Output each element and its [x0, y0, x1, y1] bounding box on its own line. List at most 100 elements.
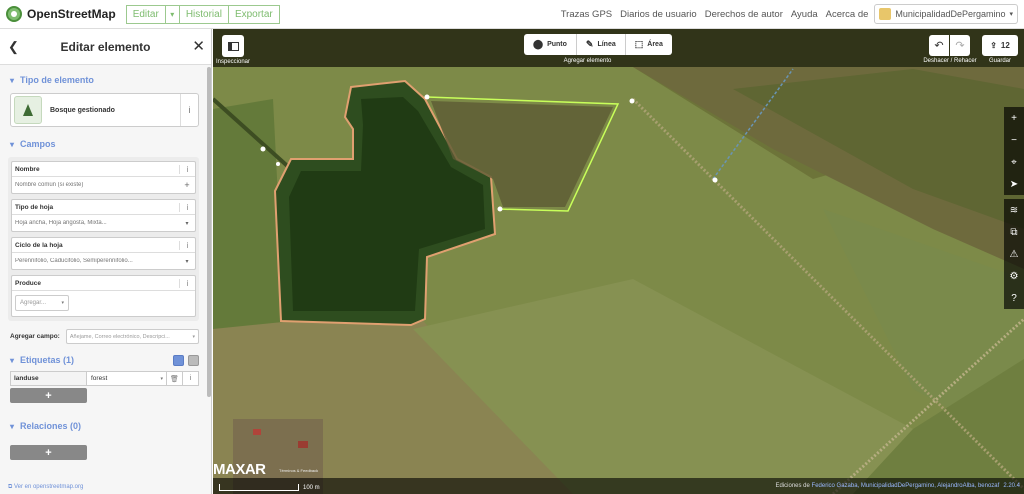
nav-user-diaries[interactable]: Diarios de usuario	[620, 9, 697, 20]
produce-combo[interactable]: Agregar... ▾	[15, 295, 69, 311]
field-leaf-cycle: Ciclo de la hoja i ▾	[11, 237, 196, 270]
undo-button[interactable]: ↶	[929, 35, 949, 56]
tag-key-input[interactable]: landuse	[11, 372, 87, 385]
chevron-down-icon[interactable]: ▾	[179, 258, 195, 265]
map-canvas[interactable]: Inspeccionar ⬤ Punto ✎ Línea ⬚ Área Agregar…	[213, 29, 1024, 494]
avatar	[879, 8, 892, 20]
edits-names[interactable]: Federico Gazaba, MunicipalidadDePergamin…	[812, 483, 1000, 489]
sidebar-header: ❮ Editar elemento ✕	[0, 29, 211, 65]
edit-button[interactable]: Editar	[125, 4, 166, 24]
info-icon[interactable]: i	[179, 164, 195, 174]
mode-label: Punto	[547, 41, 567, 48]
add-element-label: Agregar elemento	[563, 58, 612, 64]
save-button[interactable]: ⇪ 12	[982, 35, 1018, 56]
chevron-down-icon[interactable]: ▾	[179, 220, 195, 227]
info-icon[interactable]: i	[180, 94, 198, 126]
add-tag-button[interactable]: +	[10, 388, 87, 403]
chevron-down-icon: ▾	[192, 333, 195, 340]
history-button[interactable]: Historial	[179, 4, 229, 24]
zoom-out-icon[interactable]: −	[1004, 129, 1024, 151]
app-name: OpenStreetMap	[27, 7, 116, 21]
list-view-icon[interactable]	[173, 354, 184, 366]
leaf-type-combo[interactable]	[15, 220, 179, 226]
save-label: Guardar	[988, 58, 1011, 64]
logo[interactable]: OpenStreetMap	[6, 6, 116, 22]
type-section-toggle[interactable]: ▾ Tipo de elemento	[10, 71, 211, 89]
preferences-icon[interactable]: ⚙	[1004, 265, 1024, 287]
info-icon[interactable]: i	[179, 278, 195, 288]
fields-section-toggle[interactable]: ▾ Campos	[10, 135, 211, 153]
tag-value-input[interactable]: forest ▾	[87, 372, 166, 385]
field-label: Nombre	[15, 165, 40, 173]
map-data-icon[interactable]: ⧉	[1004, 221, 1024, 243]
info-icon[interactable]: i	[179, 240, 195, 250]
tags-section-toggle[interactable]: ▾ Etiquetas (1)	[10, 351, 74, 369]
nav-help[interactable]: Ayuda	[791, 9, 818, 20]
back-icon[interactable]: ❮	[8, 39, 19, 55]
trash-icon[interactable]: 🗑	[166, 372, 182, 385]
chevron-down-icon: ▾	[10, 139, 15, 149]
warning-icon[interactable]: ⚠	[1004, 243, 1024, 265]
undo-icon: ↶	[934, 40, 944, 52]
inspect-panel-button[interactable]	[222, 35, 244, 57]
footer-link-text: Ver en openstreetmap.org	[13, 484, 84, 490]
text-view-icon[interactable]	[188, 354, 199, 366]
help-icon[interactable]: ?	[1004, 287, 1024, 309]
imagery-logo: MAXAR	[213, 461, 266, 478]
relations-section-toggle[interactable]: ▾ Relaciones (0)	[10, 417, 211, 435]
tree-icon	[14, 96, 42, 124]
satellite-imagery	[213, 29, 1024, 494]
chevron-down-icon: ▾	[61, 300, 64, 306]
mode-label: Área	[647, 41, 663, 48]
add-field-combo[interactable]: Añejame, Correo electrónico, Descripci..…	[65, 329, 199, 344]
add-field-row: Agregar campo: Añejame, Correo electróni…	[10, 329, 199, 344]
redo-button[interactable]: ↷	[950, 35, 970, 56]
edit-dropdown-icon[interactable]: ▾	[165, 4, 180, 24]
chevron-down-icon: ▾	[160, 375, 163, 382]
nav-copyright[interactable]: Derechos de autor	[705, 9, 783, 20]
add-area-button[interactable]: ⬚ Área	[626, 34, 672, 55]
nav-gps-traces[interactable]: Trazas GPS	[561, 9, 612, 20]
type-section-title: Tipo de elemento	[20, 75, 94, 85]
close-icon[interactable]: ✕	[192, 37, 205, 55]
add-field-label: Agregar campo:	[10, 333, 60, 340]
info-icon[interactable]: i	[182, 372, 198, 385]
preset-item[interactable]: Bosque gestionado i	[10, 93, 199, 127]
field-name: Nombre i +	[11, 161, 196, 194]
sidebar-scrollbar[interactable]	[207, 67, 211, 397]
tags-header: ▾ Etiquetas (1)	[10, 352, 199, 368]
user-menu-button[interactable]: MunicipalidadDePergamino ▾	[874, 4, 1018, 24]
geolocate-icon[interactable]: ➤	[1004, 173, 1024, 195]
chevron-down-icon: ▾	[10, 355, 15, 365]
edit-group: Editar ▾ Historial Exportar	[125, 4, 280, 24]
edits-attribution: Ediciones de Federico Gazaba, Municipali…	[776, 483, 1000, 489]
chevron-down-icon: ▾	[1009, 11, 1013, 18]
plus-icon[interactable]: +	[179, 180, 195, 190]
imagery-credit[interactable]: Términos & Feedback	[279, 468, 318, 473]
inspect-label: Inspeccionar	[215, 59, 251, 65]
zoom-in-icon[interactable]: +	[1004, 107, 1024, 129]
layers-icon[interactable]: ≋	[1004, 199, 1024, 221]
name-input[interactable]	[15, 182, 179, 188]
save-count: 12	[1000, 41, 1010, 50]
version-link[interactable]: 2.20.4	[1003, 483, 1020, 489]
add-point-button[interactable]: ⬤ Punto	[524, 34, 577, 55]
export-button[interactable]: Exportar	[228, 4, 280, 24]
chevron-down-icon: ▾	[10, 421, 15, 431]
relations-section-title: Relaciones (0)	[20, 421, 82, 431]
view-on-osm-link[interactable]: ⧉ Ver en openstreetmap.org	[8, 484, 83, 491]
field-label: Ciclo de la hoja	[15, 241, 63, 249]
add-relation-button[interactable]: +	[10, 445, 87, 460]
osm-logo-icon	[6, 6, 22, 22]
top-bar: OpenStreetMap Editar ▾ Historial Exporta…	[0, 0, 1024, 29]
leaf-cycle-combo[interactable]	[15, 258, 179, 264]
add-line-button[interactable]: ✎ Línea	[577, 34, 626, 55]
field-produce: Produce i Agregar... ▾	[11, 275, 196, 317]
tag-view-toggle	[169, 354, 199, 366]
scale-bar[interactable]	[219, 484, 299, 491]
info-icon[interactable]: i	[179, 202, 195, 212]
zoom-to-selection-icon[interactable]: ⌖	[1004, 151, 1024, 173]
nav-about[interactable]: Acerca de	[826, 9, 869, 20]
produce-placeholder: Agregar...	[20, 300, 47, 306]
user-name: MunicipalidadDePergamino	[895, 9, 1006, 19]
